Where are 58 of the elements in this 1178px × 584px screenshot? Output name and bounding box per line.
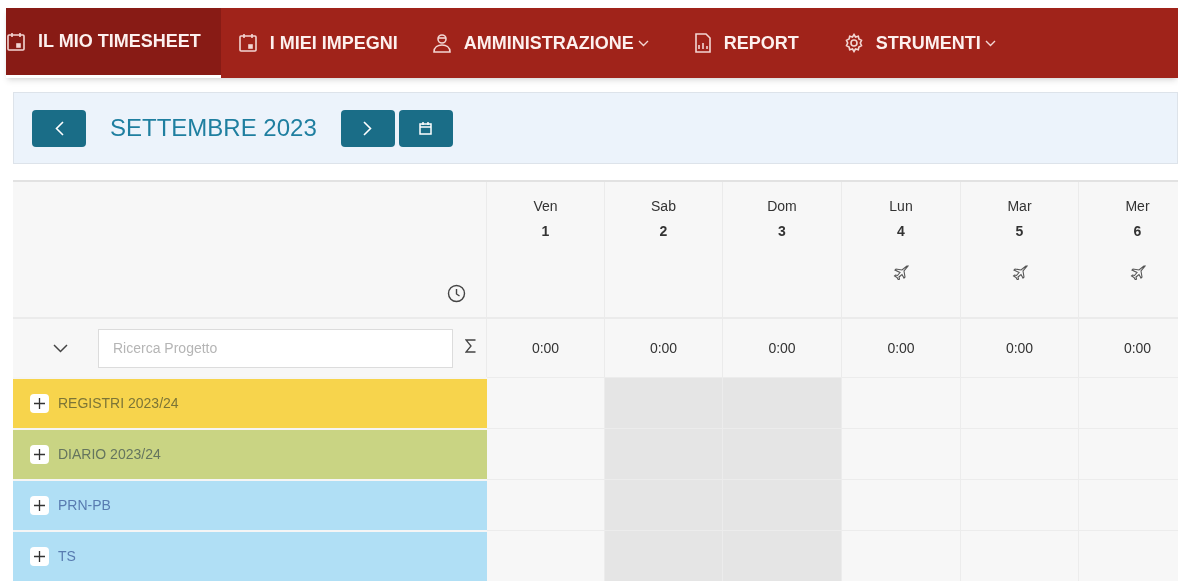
nav-tab[interactable]: REPORT	[665, 8, 827, 78]
time-cell[interactable]	[487, 530, 605, 581]
day-number: 3	[778, 222, 786, 241]
chevron-left-icon	[54, 120, 64, 136]
day-number: 1	[541, 222, 550, 241]
expand-button[interactable]	[30, 394, 49, 413]
calendar-icon	[6, 31, 26, 52]
next-button[interactable]	[340, 109, 395, 147]
plus-icon	[34, 500, 45, 511]
time-cell[interactable]	[487, 428, 605, 479]
expand-button[interactable]	[30, 496, 49, 515]
nav-tab[interactable]: STRUMENTI	[826, 8, 1013, 78]
project-name: TS	[58, 547, 76, 566]
plus-icon	[34, 449, 45, 460]
settings-icon	[843, 33, 864, 53]
nav-tab[interactable]: IL MIO TIMESHEET	[6, 8, 221, 78]
project-name: PRN-PB	[58, 496, 111, 515]
expand-button[interactable]	[30, 547, 49, 566]
weekday-label: Dom	[767, 197, 797, 216]
weekday-label: Lun	[889, 197, 913, 216]
time-cell[interactable]	[605, 530, 723, 581]
time-cell[interactable]	[487, 479, 605, 530]
time-cell[interactable]	[842, 530, 961, 581]
total-hours: 0:00	[887, 338, 915, 358]
weekday-label: Mer	[1125, 197, 1150, 216]
calendar-button[interactable]	[398, 109, 453, 147]
plus-icon	[34, 551, 45, 562]
day-number: 6	[1133, 222, 1142, 241]
nav-tab[interactable]: AMMINISTRAZIONE	[414, 8, 666, 78]
document-icon	[693, 33, 712, 53]
nav-tab[interactable]: I MIEI IMPEGNI	[220, 8, 415, 78]
time-cell[interactable]	[723, 530, 842, 581]
project-name: REGISTRI 2023/24	[58, 394, 179, 413]
plus-icon	[34, 398, 45, 409]
person-icon	[431, 33, 452, 53]
total-hours: 0:00	[649, 338, 678, 358]
total-hours: 0:00	[1005, 338, 1034, 358]
chevron-right-icon	[363, 120, 373, 136]
previous-button[interactable]	[32, 109, 86, 147]
project-name: DIARIO 2023/24	[58, 445, 161, 464]
time-cell[interactable]	[487, 377, 605, 428]
day-number: 4	[897, 222, 905, 241]
weekday-label: Sab	[651, 197, 676, 216]
day-number: 5	[1015, 222, 1024, 241]
total-hours: 0:00	[768, 338, 796, 358]
weekday-label: Ven	[533, 197, 558, 216]
chevron-down-icon[interactable]	[53, 343, 68, 353]
total-hours: 0:00	[531, 338, 560, 358]
clock-icon	[447, 284, 466, 303]
search-field[interactable]: Ricerca Progetto	[98, 328, 453, 368]
month-title: SETTEMBRE 2023	[109, 113, 318, 143]
sum-icon	[465, 339, 476, 353]
day-number: 2	[659, 222, 668, 241]
total-hours: 0:00	[1123, 338, 1152, 358]
calendar-icon	[419, 121, 433, 135]
weekday-label: Mar	[1007, 197, 1032, 216]
calendar-icon	[237, 33, 258, 53]
expand-button[interactable]	[30, 445, 49, 464]
